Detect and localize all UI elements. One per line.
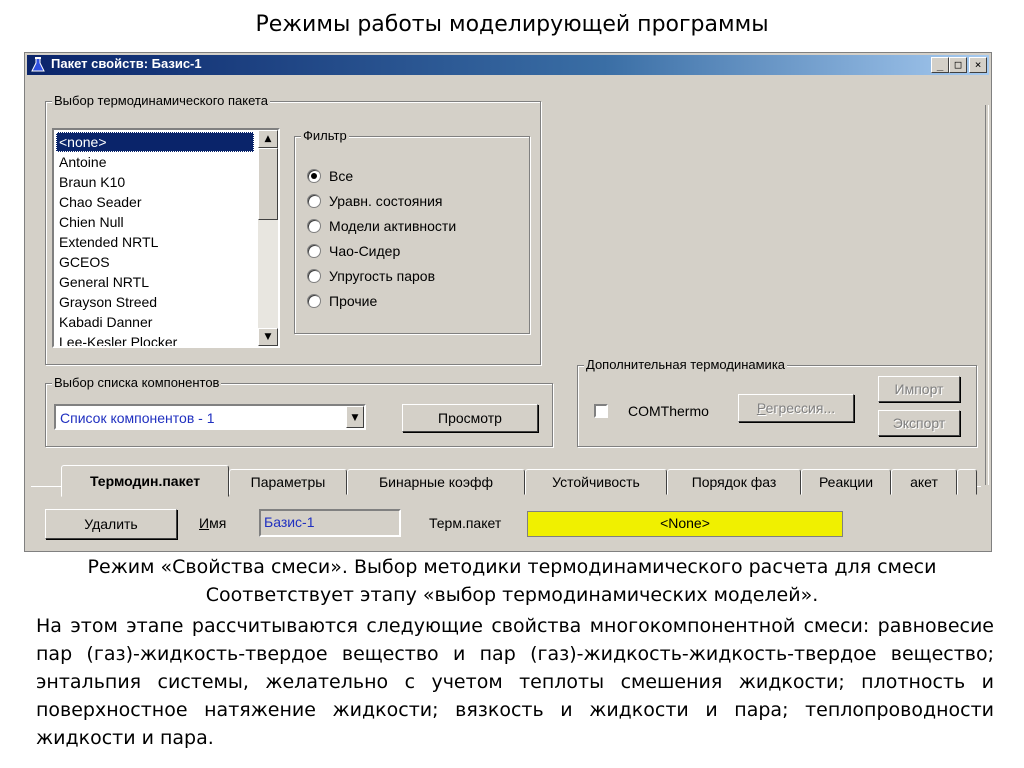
- filter-option[interactable]: Модели активности: [307, 215, 456, 237]
- thermo-package-item[interactable]: Braun K10: [56, 172, 254, 192]
- scroll-thumb[interactable]: [258, 148, 278, 220]
- extra-thermo-group-title: Дополнительная термодинамика: [584, 357, 788, 372]
- tab-reactions[interactable]: Реакции: [801, 469, 891, 495]
- filter-option-label: Прочие: [329, 293, 378, 309]
- thermo-package-group: Выбор термодинамического пакета <none> An…: [45, 93, 541, 365]
- thermo-package-item[interactable]: Kabadi Danner: [56, 312, 254, 332]
- thermo-package-item[interactable]: General NRTL: [56, 272, 254, 292]
- thermo-package-list[interactable]: <none> Antoine Braun K10 Chao Seader Chien N…: [52, 128, 280, 348]
- import-button[interactable]: Импорт: [878, 376, 960, 402]
- name-label-accel: И: [199, 515, 210, 531]
- package-value-field: <None>: [527, 511, 843, 537]
- regression-rest: егрессия...: [765, 400, 836, 416]
- filter-option-label: Уравн. состояния: [329, 193, 443, 209]
- radio-icon[interactable]: [307, 169, 321, 183]
- property-package-window: Пакет свойств: Базис-1 _ □ × Выбор термо…: [24, 52, 992, 552]
- components-select[interactable]: Список компонентов - 1 ▼: [54, 404, 366, 430]
- thermo-package-group-title: Выбор термодинамического пакета: [52, 93, 270, 108]
- filter-option-label: Чао-Сидер: [329, 243, 401, 259]
- delete-button[interactable]: Удалить: [45, 509, 177, 539]
- components-select-value: Список компонентов - 1: [60, 410, 215, 426]
- tab-strip: Термодин.пакет Параметры Бинарные коэфф …: [35, 465, 977, 497]
- delete-button-label: Удалить: [84, 516, 138, 532]
- scroll-down-icon[interactable]: ▼: [258, 328, 278, 346]
- caption-line-2: Соответствует этапу «выбор термодинамиче…: [205, 584, 819, 606]
- package-label: Терм.пакет: [429, 515, 502, 531]
- filter-option-label: Модели активности: [329, 218, 457, 234]
- slide-title: Режимы работы моделирующей программы: [255, 12, 769, 37]
- filter-option[interactable]: Упругость паров: [307, 265, 435, 287]
- thermo-package-item[interactable]: GCEOS: [56, 252, 254, 272]
- extra-thermo-group: Дополнительная термодинамика COMThermo Р…: [577, 357, 977, 447]
- tab-scroll-icon[interactable]: [957, 469, 977, 495]
- regression-button[interactable]: Регрессия...: [738, 394, 854, 422]
- thermo-package-item[interactable]: Grayson Streed: [56, 292, 254, 312]
- thermo-package-item[interactable]: Extended NRTL: [56, 232, 254, 252]
- thermo-package-items: <none> Antoine Braun K10 Chao Seader Chien N…: [56, 132, 254, 346]
- filter-option[interactable]: Все: [307, 165, 353, 187]
- filter-group: Фильтр Все Уравн. состояния Модели активно…: [294, 128, 530, 334]
- name-field[interactable]: Базис-1: [259, 509, 401, 537]
- body-paragraph: На этом этапе рассчитываются следующие с…: [36, 615, 994, 749]
- title-bar[interactable]: Пакет свойств: Базис-1 _ □ ×: [27, 55, 989, 75]
- thermo-package-item[interactable]: Chien Null: [56, 212, 254, 232]
- chevron-down-icon[interactable]: ▼: [346, 406, 364, 428]
- filter-option-label: Все: [329, 168, 354, 184]
- components-group-title: Выбор списка компонентов: [52, 375, 222, 390]
- radio-icon[interactable]: [307, 219, 321, 233]
- comthermo-label: COMThermo: [628, 403, 709, 419]
- comthermo-checkbox[interactable]: [594, 404, 608, 418]
- thermo-package-item[interactable]: Antoine: [56, 152, 254, 172]
- thermo-package-item[interactable]: <none>: [56, 132, 254, 152]
- tab-thermo-package[interactable]: Термодин.пакет: [61, 465, 229, 497]
- components-group: Выбор списка компонентов Список компонен…: [45, 375, 553, 447]
- panel-edge: [985, 105, 989, 485]
- radio-icon[interactable]: [307, 269, 321, 283]
- window-title: Пакет свойств: Базис-1: [51, 56, 202, 71]
- radio-icon[interactable]: [307, 194, 321, 208]
- name-label-rest: мя: [209, 515, 227, 531]
- maximize-button[interactable]: □: [949, 57, 967, 73]
- name-label: Имя: [199, 515, 226, 531]
- tab-stability[interactable]: Устойчивость: [525, 469, 667, 495]
- tab-parameters[interactable]: Параметры: [229, 469, 347, 495]
- flask-icon: [31, 57, 45, 72]
- tab-binary-coeffs[interactable]: Бинарные коэфф: [347, 469, 525, 495]
- view-button[interactable]: Просмотр: [402, 404, 538, 432]
- dialog-panel: Выбор термодинамического пакета <none> An…: [27, 77, 989, 551]
- radio-icon[interactable]: [307, 244, 321, 258]
- thermo-package-item[interactable]: Chao Seader: [56, 192, 254, 212]
- export-button[interactable]: Экспорт: [878, 410, 960, 436]
- tab-package-partial[interactable]: акет: [891, 469, 957, 495]
- filter-option[interactable]: Чао-Сидер: [307, 240, 400, 262]
- minimize-button[interactable]: _: [931, 57, 949, 73]
- filter-option[interactable]: Уравн. состояния: [307, 190, 442, 212]
- filter-option-label: Упругость паров: [329, 268, 436, 284]
- filter-group-title: Фильтр: [301, 128, 349, 143]
- tab-phase-order[interactable]: Порядок фаз: [667, 469, 801, 495]
- caption-line-1: Режим «Свойства смеси». Выбор методики т…: [87, 556, 937, 578]
- scroll-up-icon[interactable]: ▲: [258, 130, 278, 148]
- close-button[interactable]: ×: [969, 57, 987, 73]
- thermo-package-item[interactable]: Lee-Kesler Plocker: [56, 332, 254, 346]
- regression-accel: Р: [756, 400, 766, 416]
- list-scrollbar[interactable]: ▲ ▼: [258, 130, 278, 346]
- filter-option[interactable]: Прочие: [307, 290, 377, 312]
- radio-icon[interactable]: [307, 294, 321, 308]
